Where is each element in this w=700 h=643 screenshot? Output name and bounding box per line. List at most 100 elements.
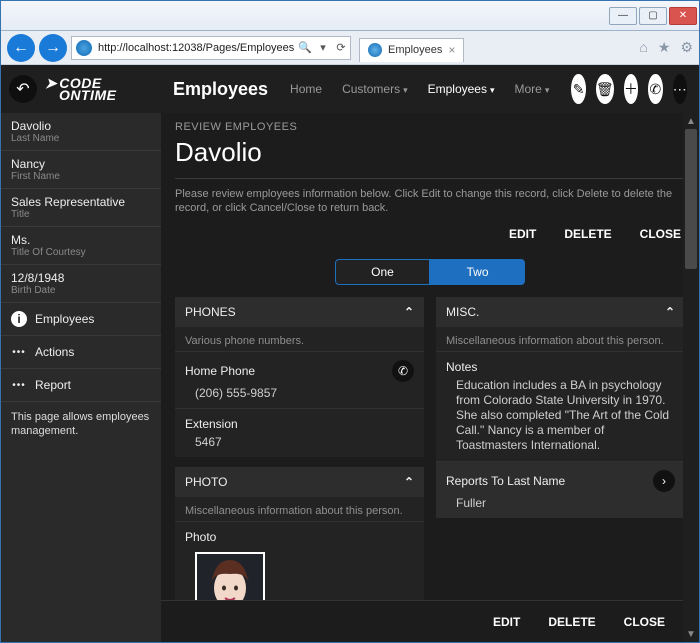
nav-employees[interactable]: Employees (420, 82, 503, 96)
delete-button[interactable]: 🗑 (596, 74, 614, 104)
collapse-icon (404, 475, 414, 489)
vertical-scrollbar[interactable]: ▲ ▼ (683, 113, 699, 642)
window-minimize-button[interactable]: — (609, 7, 637, 25)
browser-toolbar: ← → 🔍 ▾ ⟳ Employees × ⌂ ★ ⚙ (1, 31, 699, 65)
nav-more[interactable]: More (507, 82, 558, 96)
breadcrumb: REVIEW EMPLOYEES (175, 121, 685, 133)
nav-customers[interactable]: Customers (334, 82, 416, 96)
browser-forward-button[interactable]: → (39, 34, 67, 62)
action-row-top: EDIT DELETE CLOSE (175, 215, 685, 253)
notes-row: Notes Education includes a BA in psychol… (436, 351, 685, 461)
delete-action[interactable]: DELETE (564, 227, 611, 241)
tab-favicon-icon (368, 43, 382, 57)
edit-action[interactable]: EDIT (509, 227, 536, 241)
navbar-title: Employees (173, 79, 268, 100)
notes-value: Education includes a BA in psychology fr… (446, 378, 675, 453)
dots-icon (11, 377, 27, 393)
top-navbar: Employees Home Customers Employees More … (161, 65, 699, 113)
sidebar-header: ↶ CODE ONTIME (1, 65, 161, 113)
tab-one[interactable]: One (335, 259, 430, 285)
extension-label: Extension (185, 417, 238, 431)
window-maximize-button[interactable]: ▢ (639, 7, 667, 25)
summary-field-courtesy[interactable]: Ms. Title Of Courtesy (1, 227, 161, 265)
collapse-icon (404, 305, 414, 319)
home-icon[interactable]: ⌂ (639, 39, 647, 56)
sidebar-item-report[interactable]: Report (1, 369, 161, 402)
add-button[interactable]: ＋ (624, 74, 638, 104)
scroll-up-icon[interactable]: ▲ (683, 113, 699, 129)
chevron-down-icon (487, 82, 495, 96)
divider (175, 178, 685, 179)
misc-note: Miscellaneous information about this per… (436, 327, 685, 351)
notes-label: Notes (446, 360, 477, 374)
url-input[interactable] (96, 42, 296, 54)
tab-title: Employees (388, 44, 442, 56)
photo-note: Miscellaneous information about this per… (175, 497, 424, 521)
page-title: Davolio (175, 137, 685, 168)
scroll-thumb[interactable] (685, 129, 697, 269)
summary-field-firstname[interactable]: Nancy First Name (1, 151, 161, 189)
close-action-bottom[interactable]: CLOSE (624, 615, 665, 629)
phone-icon[interactable]: ✆ (392, 360, 414, 382)
summary-field-title[interactable]: Sales Representative Title (1, 189, 161, 227)
edit-button[interactable]: ✎ (571, 74, 585, 104)
left-column: PHONES Various phone numbers. Home Phone… (175, 297, 424, 642)
more-button[interactable]: ⋯ (673, 74, 687, 104)
browser-right-icons: ⌂ ★ ⚙ (639, 39, 693, 56)
sidebar-item-label: Report (35, 378, 71, 392)
home-phone-label: Home Phone (185, 364, 255, 378)
misc-panel: MISC. Miscellaneous information about th… (436, 297, 685, 518)
columns: PHONES Various phone numbers. Home Phone… (175, 297, 685, 642)
tab-close-icon[interactable]: × (448, 43, 455, 57)
photo-panel-header[interactable]: PHOTO (175, 467, 424, 497)
reports-to-row[interactable]: Reports To Last Name › Fuller (436, 461, 685, 518)
photo-label: Photo (185, 530, 216, 544)
window-close-button[interactable]: ✕ (669, 7, 697, 25)
info-icon: i (11, 311, 27, 327)
reports-to-label: Reports To Last Name (446, 474, 565, 488)
address-bar[interactable]: 🔍 ▾ ⟳ (71, 36, 351, 60)
ie-icon (76, 40, 92, 56)
call-button[interactable]: ✆ (648, 74, 662, 104)
browser-back-button[interactable]: ← (7, 34, 35, 62)
close-action[interactable]: CLOSE (640, 227, 681, 241)
dots-icon (11, 344, 27, 360)
phones-panel: PHONES Various phone numbers. Home Phone… (175, 297, 424, 457)
refresh-icon[interactable]: ⟳ (332, 41, 350, 54)
sidebar: ↶ CODE ONTIME Davolio Last Name Nancy Fi… (1, 65, 161, 642)
reports-to-value: Fuller (446, 496, 675, 510)
delete-action-bottom[interactable]: DELETE (548, 615, 595, 629)
extension-row: Extension 5467 (175, 408, 424, 457)
chevron-down-icon (400, 82, 408, 96)
browser-tab-employees[interactable]: Employees × (359, 38, 464, 62)
url-dropdown-icon[interactable]: ▾ (314, 41, 332, 54)
tab-two[interactable]: Two (430, 259, 525, 285)
home-phone-row: Home Phone ✆ (206) 555-9857 (175, 351, 424, 408)
collapse-icon (665, 305, 675, 319)
help-text: Please review employees information belo… (175, 187, 685, 215)
summary-field-lastname[interactable]: Davolio Last Name (1, 113, 161, 151)
sidebar-item-label: Employees (35, 312, 94, 326)
action-row-bottom: EDIT DELETE CLOSE (161, 600, 683, 642)
tools-icon[interactable]: ⚙ (680, 39, 693, 56)
sidebar-item-actions[interactable]: Actions (1, 336, 161, 369)
sidebar-item-employees[interactable]: i Employees (1, 303, 161, 336)
app-back-button[interactable]: ↶ (9, 75, 37, 103)
nav-home[interactable]: Home (282, 82, 330, 96)
home-phone-value: (206) 555-9857 (185, 386, 414, 400)
tab-segmented-control: One Two (175, 259, 685, 285)
misc-panel-header[interactable]: MISC. (436, 297, 685, 327)
chevron-right-icon: › (653, 470, 675, 492)
scroll-down-icon[interactable]: ▼ (683, 626, 699, 642)
scroll-track[interactable] (683, 129, 699, 626)
sidebar-note: This page allows employees management. (1, 402, 161, 446)
right-column: MISC. Miscellaneous information about th… (436, 297, 685, 642)
main: Employees Home Customers Employees More … (161, 65, 699, 642)
search-dropdown-icon[interactable]: 🔍 (296, 41, 314, 54)
phones-panel-header[interactable]: PHONES (175, 297, 424, 327)
summary-field-birthdate[interactable]: 12/8/1948 Birth Date (1, 265, 161, 303)
sidebar-item-label: Actions (35, 345, 74, 359)
app-root: ↶ CODE ONTIME Davolio Last Name Nancy Fi… (1, 65, 699, 642)
edit-action-bottom[interactable]: EDIT (493, 615, 520, 629)
favorites-icon[interactable]: ★ (658, 39, 671, 56)
